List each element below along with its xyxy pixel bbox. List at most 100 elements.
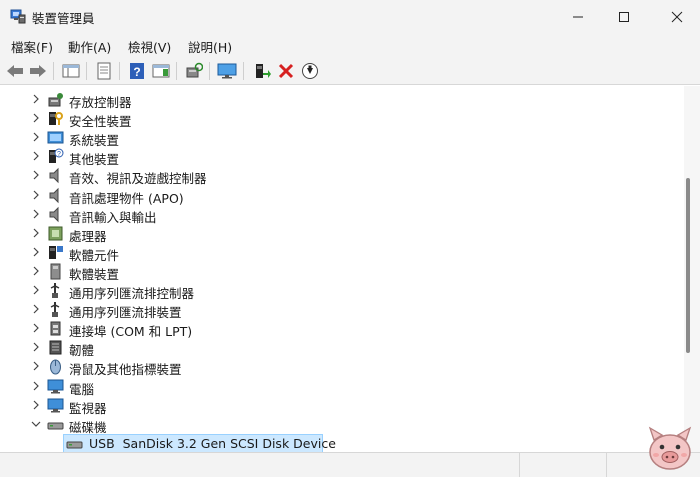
scan-hardware-button[interactable] (183, 60, 205, 82)
tree-category-row[interactable]: ? 其他裝置 (0, 147, 684, 167)
uninstall-device-button[interactable] (275, 60, 297, 82)
security-device-icon (49, 112, 63, 126)
minimize-icon (573, 16, 583, 17)
software-device-icon (50, 263, 61, 280)
chevron-right-icon[interactable] (31, 170, 41, 180)
disable-device-icon (302, 63, 318, 79)
menu-bar: 檔案(F) 動作(A) 檢視(V) 說明(H) (0, 33, 700, 57)
close-icon (671, 11, 683, 22)
window-title: 裝置管理員 (32, 11, 95, 26)
menu-file[interactable]: 檔案(F) (11, 37, 53, 56)
tree-category-row[interactable]: 通用序列匯流排裝置 (0, 300, 684, 320)
processor-icon (48, 226, 63, 241)
chevron-right-icon[interactable] (31, 190, 41, 200)
show-hide-console-tree-icon (62, 64, 80, 78)
chevron-right-icon[interactable] (31, 228, 41, 238)
tree-category-row[interactable]: 滑鼠及其他指標裝置 (0, 357, 684, 377)
toolbar-separator (209, 62, 210, 80)
computer-icon (47, 379, 64, 393)
audio-processing-icon (49, 187, 59, 203)
properties-icon (97, 62, 111, 80)
tree-category-row[interactable]: 韌體 (0, 338, 684, 358)
chevron-right-icon[interactable] (31, 132, 41, 142)
tree-category-row[interactable]: 音訊處理物件 (APO) (0, 186, 684, 206)
sound-icon (49, 168, 59, 184)
tree-category-row[interactable]: 系統裝置 (0, 128, 684, 148)
back-button[interactable] (4, 60, 26, 82)
tree-category-row[interactable]: 磁碟機 (0, 415, 684, 435)
toolbar-separator (119, 62, 120, 80)
toolbar-separator (176, 62, 177, 80)
tree-category-row[interactable]: 軟體裝置 (0, 262, 684, 282)
chevron-right-icon[interactable] (31, 151, 41, 161)
tree-category-row[interactable]: 安全性裝置 (0, 109, 684, 129)
svg-text:?: ? (133, 65, 140, 79)
tree-category-row[interactable]: 音訊輸入與輸出 (0, 205, 684, 225)
tree-category-row[interactable]: 連接埠 (COM 和 LPT) (0, 319, 684, 339)
chevron-right-icon[interactable] (31, 323, 41, 333)
chevron-right-icon[interactable] (31, 209, 41, 219)
tree-category-row[interactable]: 通用序列匯流排控制器 (0, 281, 684, 301)
disable-device-button[interactable] (299, 60, 321, 82)
tree-category-row[interactable]: 軟體元件 (0, 243, 684, 263)
chevron-right-icon[interactable] (31, 342, 41, 352)
svg-text:?: ? (57, 151, 61, 158)
chevron-right-icon[interactable] (31, 266, 41, 276)
help-icon: ? (130, 63, 144, 79)
other-device-icon: ? (49, 148, 64, 164)
chevron-right-icon[interactable] (31, 400, 41, 410)
chevron-right-icon[interactable] (31, 94, 41, 104)
title-bar: 裝置管理員 (0, 0, 700, 33)
port-icon (50, 321, 61, 336)
audio-io-icon (49, 206, 59, 222)
chevron-right-icon[interactable] (31, 113, 41, 123)
chevron-right-icon[interactable] (31, 247, 41, 257)
toolbar-separator (53, 62, 54, 80)
menu-help[interactable]: 說明(H) (188, 37, 232, 56)
toolbar-separator (243, 62, 244, 80)
status-cell (0, 453, 520, 477)
usb-controller-icon (50, 283, 60, 298)
pig-mascot-watermark (648, 426, 692, 470)
scan-hardware-icon (186, 62, 203, 78)
chevron-down-icon[interactable] (31, 419, 41, 429)
chevron-right-icon[interactable] (31, 381, 41, 391)
maximize-button[interactable] (601, 0, 647, 33)
toolbar: ? (0, 57, 700, 85)
disk-icon (66, 441, 83, 449)
menu-action[interactable]: 動作(A) (68, 37, 111, 56)
usb-device-icon (50, 302, 60, 318)
show-hide-tree-button[interactable] (60, 60, 82, 82)
tree-category-row[interactable]: 存放控制器 (0, 90, 684, 110)
tree-device-row-selected[interactable]: USB SanDisk 3.2 Gen SCSI Disk Device (0, 433, 684, 452)
action-pane-icon (152, 64, 170, 78)
update-driver-icon (256, 64, 271, 78)
status-bar (0, 452, 700, 477)
tree-category-row[interactable]: 處理器 (0, 224, 684, 244)
chevron-right-icon[interactable] (31, 304, 41, 314)
monitor-button[interactable] (216, 60, 238, 82)
device-tree: 存放控制器 安全性裝置 系統裝置? 其他裝置 音效、視訊及遊戲控制器 音訊處理物件 (AP… (0, 86, 684, 452)
toolbar-separator (86, 62, 87, 80)
tree-category-row[interactable]: 音效、視訊及遊戲控制器 (0, 166, 684, 186)
tree-category-row[interactable]: 監視器 (0, 396, 684, 416)
minimize-button[interactable] (555, 0, 601, 33)
menu-view[interactable]: 檢視(V) (128, 37, 171, 56)
chevron-right-icon[interactable] (31, 285, 41, 295)
scrollbar-thumb[interactable] (686, 178, 690, 353)
tree-category-row[interactable]: 電腦 (0, 377, 684, 397)
disk-drive-icon (47, 422, 64, 430)
properties-button[interactable] (93, 60, 115, 82)
chevron-right-icon[interactable] (31, 361, 41, 371)
update-driver-button[interactable] (251, 60, 273, 82)
mouse-icon (50, 359, 61, 375)
close-button[interactable] (654, 0, 700, 33)
monitor-icon (47, 398, 64, 413)
forward-button[interactable] (27, 60, 49, 82)
tree-device-label: USB SanDisk 3.2 Gen SCSI Disk Device (89, 435, 336, 451)
action-pane-button[interactable] (150, 60, 172, 82)
device-manager-app-icon (10, 9, 26, 24)
help-button[interactable]: ? (126, 60, 148, 82)
system-device-icon (47, 131, 64, 144)
storage-controller-icon (48, 93, 63, 107)
